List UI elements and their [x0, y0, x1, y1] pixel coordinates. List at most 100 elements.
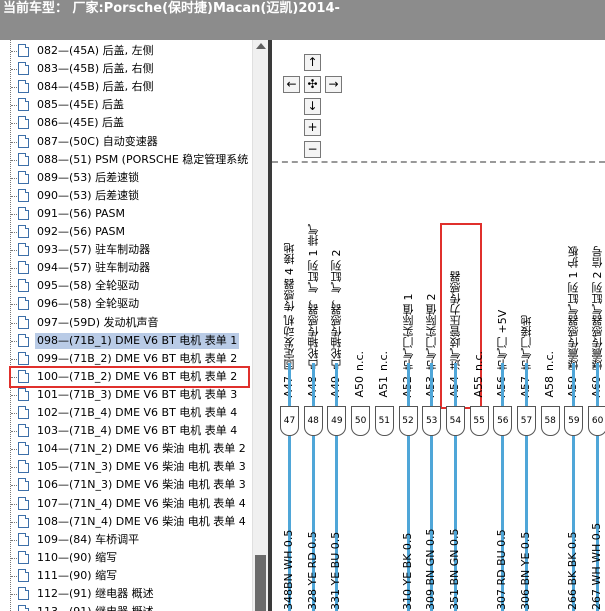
- pin-connector[interactable]: 56: [493, 406, 513, 436]
- tree-item[interactable]: 103—(71B_4) DME V6 BT 电机 表单 4: [0, 422, 252, 440]
- tree-item[interactable]: 085—(45E) 后盖: [0, 96, 252, 114]
- document-icon: [18, 297, 29, 311]
- pin-connector[interactable]: 55: [469, 406, 489, 436]
- tree-item[interactable]: 099—(71B_2) DME V6 BT 电机 表单 2: [0, 350, 252, 368]
- pin-number: 51: [378, 416, 391, 426]
- tree-item[interactable]: 088—(51) PSM (PORSCHE 稳定管理系统: [0, 151, 252, 169]
- document-icon: [18, 62, 29, 76]
- pin-description: n.c.: [376, 350, 390, 371]
- tree-item[interactable]: 106—(71N_3) DME V6 柴油 电机 表单 3: [0, 476, 252, 494]
- tree-item-label: 089—(53) 后差速锁: [37, 170, 140, 184]
- tree-item[interactable]: 098—(71B_1) DME V6 BT 电机 表单 1: [0, 332, 252, 350]
- tree-item[interactable]: 084—(45B) 后盖, 右侧: [0, 78, 252, 96]
- tree-item[interactable]: 096—(58) 全轮驱动: [0, 295, 252, 313]
- pin-description: 节气门接地: [520, 315, 533, 370]
- tree-item-label: 101—(71B_3) DME V6 BT 电机 表单 3: [37, 387, 238, 401]
- wire-label: 266 BK BK 0.5: [566, 531, 580, 611]
- tree-item[interactable]: 094—(57) 驻车制动器: [0, 259, 252, 277]
- pin-connector[interactable]: 50: [351, 406, 371, 436]
- tree-item[interactable]: 105—(71N_3) DME V6 柴油 电机 表单 3: [0, 458, 252, 476]
- tree-item-label: 088—(51) PSM (PORSCHE 稳定管理系统: [37, 152, 249, 166]
- plus-icon: +: [307, 120, 318, 134]
- tree-item-label: 113—(91) 继电器 概述: [37, 604, 154, 611]
- pan-left-button[interactable]: ←: [283, 76, 300, 93]
- tree-connector: [11, 340, 17, 342]
- pin-number: 53: [425, 416, 438, 426]
- tree-item-label: 108—(71N_4) DME V6 柴油 电机 表单 4: [37, 514, 246, 528]
- pin-number: 48: [307, 416, 319, 426]
- tree-item[interactable]: 083—(45B) 后盖, 右侧: [0, 60, 252, 78]
- tree-item[interactable]: 091—(56) PASM: [0, 205, 252, 223]
- tree-item[interactable]: 102—(71B_4) DME V6 BT 电机 表单 4: [0, 404, 252, 422]
- pin-description: 凸轮轴传感器，气缸列 2: [330, 249, 344, 371]
- pin-connector[interactable]: 48: [303, 406, 323, 436]
- wiring-diagram-canvas[interactable]: ↑ ← ✣ → ↓ + − 固定发动机 传感器 4 接地 A47 348BN WH …: [272, 40, 605, 611]
- arrow-down-icon: ↓: [307, 99, 318, 113]
- wire-label: 331 YE BU 0.5: [329, 531, 343, 610]
- tree-item[interactable]: 111—(90) 缩写: [0, 567, 252, 585]
- tree-item[interactable]: 086—(45E) 后盖: [0, 114, 252, 132]
- pan-right-button[interactable]: →: [325, 76, 342, 93]
- tree-item[interactable]: 113—(91) 继电器 概述: [0, 603, 252, 611]
- tree-item[interactable]: 082—(45A) 后盖, 左侧: [0, 42, 252, 60]
- tree-item[interactable]: 095—(58) 全轮驱动: [0, 277, 252, 295]
- arrow-up-icon: ↑: [307, 55, 318, 69]
- pin-connector[interactable]: 54: [445, 406, 465, 436]
- document-icon: [18, 496, 29, 510]
- zoom-in-button[interactable]: +: [304, 119, 321, 136]
- document-icon: [18, 424, 29, 438]
- pin-connector[interactable]: 58: [540, 406, 560, 436]
- scrollbar-thumb[interactable]: [255, 555, 266, 611]
- tree-item-label: 098—(71B_1) DME V6 BT 电机 表单 1: [35, 332, 240, 349]
- document-icon: [18, 188, 29, 202]
- tree-item[interactable]: 110—(90) 缩写: [0, 549, 252, 567]
- tree-item[interactable]: 093—(57) 驻车制动器: [0, 241, 252, 259]
- pin-description: 进气歧管压力传感器: [448, 271, 462, 370]
- tree-item[interactable]: 097—(59D) 发动机声音: [0, 314, 252, 332]
- pin-connector[interactable]: 59: [564, 406, 584, 436]
- pin-connector[interactable]: 51: [374, 406, 394, 436]
- pin-id: A58: [542, 376, 556, 398]
- tree-connector: [11, 268, 17, 270]
- pin-connector[interactable]: 47: [280, 406, 299, 436]
- tree-item[interactable]: 089—(53) 后差速锁: [0, 169, 252, 187]
- pan-down-button[interactable]: ↓: [304, 98, 321, 115]
- pan-center-button[interactable]: ✣: [304, 76, 321, 93]
- pin-description: 爆震传感器气缸列 1 护板: [567, 246, 581, 370]
- document-icon: [18, 568, 29, 582]
- tree-item[interactable]: 090—(53) 后差速锁: [0, 187, 252, 205]
- tree-connector: [11, 413, 17, 414]
- pin-description: n.c.: [471, 350, 485, 371]
- tree-item[interactable]: 112—(91) 继电器 概述: [0, 585, 252, 603]
- tree-item-label: 095—(58) 全轮驱动: [37, 279, 140, 293]
- document-icon: [18, 261, 29, 275]
- tree-item[interactable]: 104—(71N_2) DME V6 柴油 电机 表单 2: [0, 440, 252, 458]
- scroll-up-arrow-icon[interactable]: [256, 43, 266, 49]
- pin-connector[interactable]: 49: [327, 406, 347, 436]
- document-icon: [18, 279, 29, 293]
- current-model-bar: 当前车型： 厂家:Porsche(保时捷)Macan(迈凯)2014-: [0, 0, 605, 40]
- tree-item[interactable]: 101—(71B_3) DME V6 BT 电机 表单 3: [0, 386, 252, 404]
- center-icon: ✣: [307, 77, 318, 91]
- tree-item[interactable]: 109—(84) 车桥调平: [0, 531, 252, 549]
- pin-connector[interactable]: 57: [517, 406, 536, 436]
- pin-connector[interactable]: 60: [588, 406, 605, 436]
- zoom-out-button[interactable]: −: [304, 141, 321, 158]
- document-icon: [18, 333, 29, 347]
- document-icon: [18, 98, 29, 112]
- tree-item[interactable]: 108—(71N_4) DME V6 柴油 电机 表单 4: [0, 513, 252, 531]
- tree-item-label: 093—(57) 驻车制动器: [37, 243, 151, 257]
- pan-up-button[interactable]: ↑: [304, 54, 321, 71]
- tree-item-label: 106—(71N_3) DME V6 柴油 电机 表单 3: [37, 478, 246, 492]
- tree-item[interactable]: 107—(71N_4) DME V6 柴油 电机 表单 4: [0, 495, 252, 513]
- pin-number: 56: [497, 416, 509, 426]
- pin-connector[interactable]: 53: [422, 406, 442, 436]
- tree-item[interactable]: 087—(50C) 自动变速器: [0, 133, 252, 151]
- document-icon: [18, 134, 29, 148]
- pin-connector[interactable]: 52: [398, 406, 418, 436]
- tree-connector: [11, 467, 17, 469]
- tree-connector: [11, 485, 17, 487]
- tree-scrollbar[interactable]: [252, 40, 268, 611]
- tree-item[interactable]: 092—(56) PASM: [0, 223, 252, 241]
- tree-connector: [11, 304, 17, 306]
